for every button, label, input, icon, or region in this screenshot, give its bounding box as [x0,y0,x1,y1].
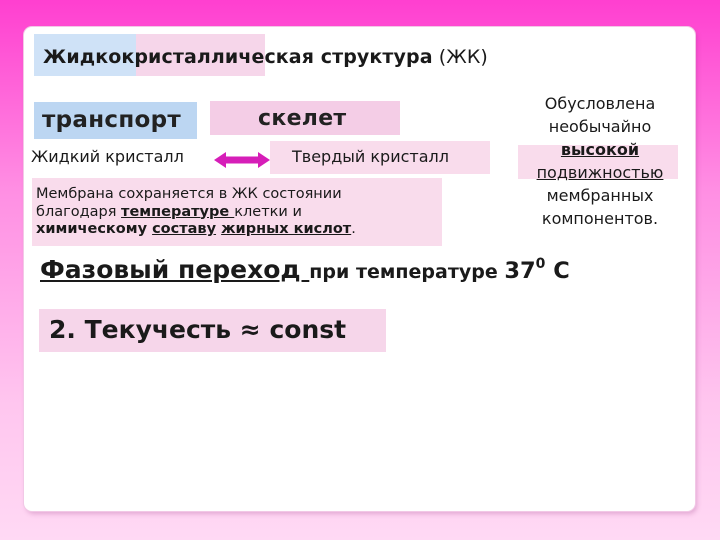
cause-line5: мембранных [546,186,654,205]
cause-text: Обусловлена необычайно высокой подвижнос… [510,92,690,230]
slide-title: Жидкокристаллическая структура (ЖК) [43,46,488,68]
membrane-line2a: благодаря [36,203,122,220]
phase-transition-heading: Фазовый переход при температуре 370 С [40,255,570,284]
membrane-line1: Мембрана сохраняется в ЖК состоянии [36,186,342,202]
phase-underlined: Фазовый переход [40,255,310,284]
solid-crystal-label: Твердый кристалл [292,147,449,166]
cause-line1: Обусловлена [544,94,656,113]
membrane-line2b: клетки и [234,203,302,220]
double-arrow-icon [214,152,270,168]
title-bold: Жидкокристаллическая структура [43,46,433,68]
cause-line6: компонентов. [541,209,659,228]
membrane-period: . [351,221,356,237]
membrane-text: Мембрана сохраняется в ЖК состоянии благ… [36,186,446,239]
cause-line2: необычайно [548,117,652,136]
transport-label: транспорт [42,107,182,133]
skeleton-label: скелет [258,106,347,131]
liquid-crystal-label: Жидкий кристалл [31,147,184,166]
membrane-composition: составу [152,221,217,237]
fluidity-label: 2. Текучесть ≈ const [49,315,347,344]
phase-unit: С [545,258,570,284]
cause-high: высокой [560,140,640,159]
phase-sup: 0 [535,256,546,272]
membrane-temperature: температуре [121,203,235,220]
phase-rest: при температуре [309,261,505,283]
membrane-fatty-acids: жирных кислот [221,221,352,237]
phase-value: 37 [504,258,536,284]
membrane-chemical: химическому [36,221,148,237]
title-rest: (ЖК) [432,46,488,68]
cause-mobility: подвижностью [536,163,664,182]
